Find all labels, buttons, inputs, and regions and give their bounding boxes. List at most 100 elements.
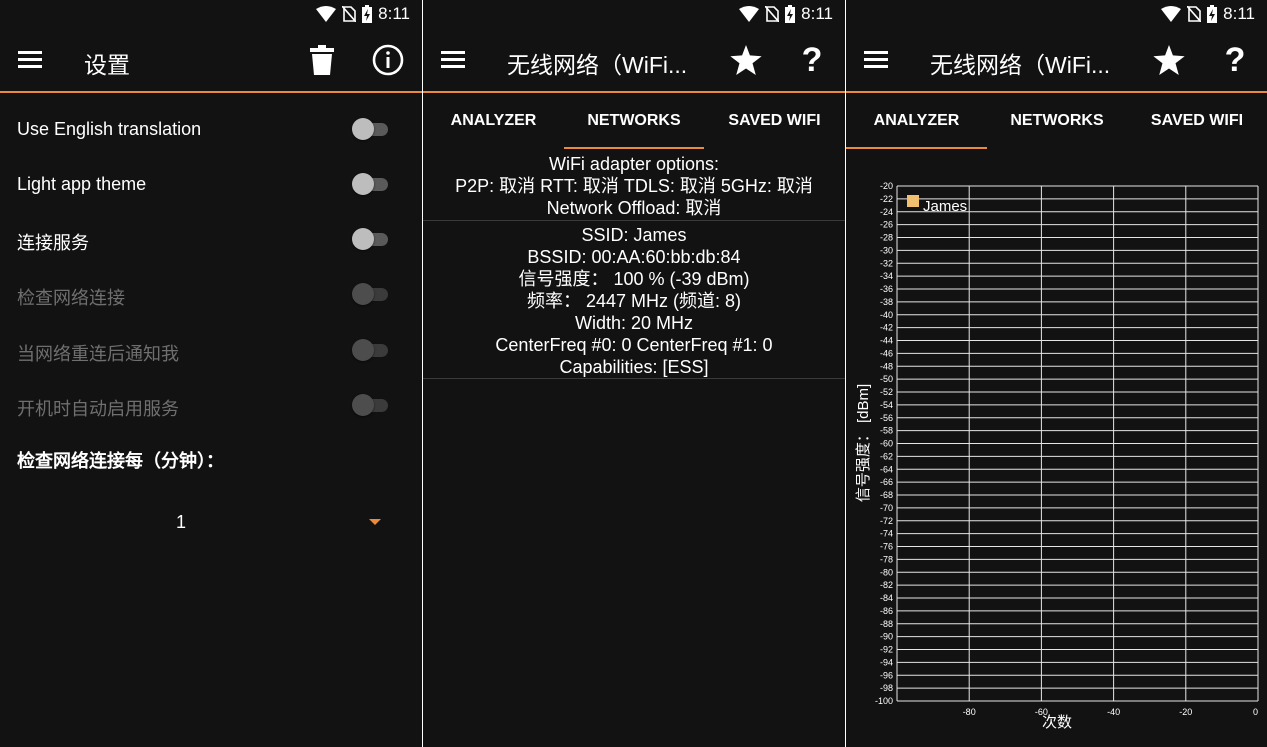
tab-networks[interactable]: NETWORKS (564, 93, 704, 149)
interval-value: 1 (176, 512, 187, 532)
setting-notify-reconnect: 当网络重连后通知我 (0, 330, 422, 370)
status-bar: 8:11 (846, 0, 1267, 28)
y-tick-label: -84 (880, 593, 893, 603)
check-connection-toggle (352, 283, 390, 305)
x-tick-label: -40 (1107, 707, 1120, 717)
setting-check-connection: 检查网络连接 (0, 274, 422, 314)
y-axis-ticks: -20 -22 -24 -26 -28 -30 -32 -34 -36 -38 -40 -42 -44 -… (875, 181, 893, 706)
y-tick-label: -28 (880, 233, 893, 243)
y-tick-label: -48 (880, 361, 893, 371)
status-time: 8:11 (378, 4, 410, 23)
help-icon: ? (1224, 40, 1246, 79)
page-title: 设置 (84, 52, 130, 78)
y-tick-label: -26 (880, 220, 893, 230)
network-capabilities: Capabilities: [ESS] (559, 357, 709, 377)
tab-analyzer[interactable]: ANALYZER (423, 93, 564, 149)
battery-charging-icon (362, 5, 373, 23)
setting-label: Use English translation (17, 119, 202, 139)
setting-light-theme[interactable]: Light app theme (0, 164, 422, 204)
tab-indicator (846, 147, 987, 149)
network-center-freq: CenterFreq #0: 0 CenterFreq #1: 0 (495, 335, 773, 355)
battery-charging-icon (1207, 5, 1218, 23)
setting-connect-service[interactable]: 连接服务 (0, 219, 422, 259)
info-button[interactable] (370, 42, 406, 78)
status-time: 8:11 (1223, 4, 1255, 23)
interval-label: 检查网络连接每（分钟）： (17, 451, 224, 471)
y-tick-label: -92 (880, 645, 893, 655)
help-button[interactable]: ? (1217, 40, 1253, 79)
notify-reconnect-toggle (352, 339, 390, 361)
autostart-toggle (352, 394, 390, 416)
x-axis-label: 次数 (1042, 714, 1072, 731)
network-card[interactable]: SSID: James BSSID: 00:AA:60:bb:db:84 信号强… (423, 224, 845, 378)
adapter-network-offload: Network Offload: 取消 (546, 198, 722, 218)
y-tick-label: -44 (880, 336, 893, 346)
y-tick-label: -30 (880, 245, 893, 255)
setting-english-translation[interactable]: Use English translation (0, 109, 422, 149)
setting-label: 检查网络连接 (17, 288, 125, 308)
y-tick-label: -50 (880, 374, 893, 384)
english-translation-toggle[interactable] (352, 118, 390, 140)
setting-autostart: 开机时自动启用服务 (0, 385, 422, 425)
y-tick-label: -74 (880, 529, 893, 539)
x-tick-label: 0 (1253, 707, 1258, 717)
y-tick-label: -76 (880, 542, 893, 552)
setting-label: 当网络重连后通知我 (17, 344, 179, 364)
favorite-button[interactable] (728, 42, 764, 78)
menu-button[interactable] (441, 48, 467, 72)
page-title: 无线网络（WiFi... (507, 52, 688, 78)
analyzer-app-bar: 无线网络（WiFi... ? (846, 28, 1267, 92)
menu-button[interactable] (864, 48, 890, 72)
y-tick-label: -42 (880, 323, 893, 333)
light-theme-toggle[interactable] (352, 173, 390, 195)
y-tick-label: -62 (880, 451, 893, 461)
y-tick-label: -80 (880, 567, 893, 577)
tab-networks[interactable]: NETWORKS (987, 93, 1127, 149)
y-tick-label: -68 (880, 490, 893, 500)
y-tick-label: -34 (880, 271, 893, 281)
setting-label: Light app theme (17, 174, 147, 194)
connect-service-toggle[interactable] (352, 228, 390, 250)
help-icon: ? (801, 40, 823, 79)
no-sim-icon (1187, 6, 1202, 22)
chart-grid (896, 185, 1259, 702)
interval-dropdown[interactable]: 1 (0, 500, 422, 540)
y-tick-label: -36 (880, 284, 893, 294)
y-tick-label: -20 (880, 181, 893, 191)
x-tick-label: -20 (1179, 707, 1192, 717)
y-tick-label: -94 (880, 657, 893, 667)
delete-button[interactable] (304, 42, 340, 78)
no-sim-icon (342, 6, 357, 22)
tab-saved-wifi[interactable]: SAVED WIFI (704, 93, 845, 149)
y-tick-label: -70 (880, 503, 893, 513)
wifi-icon (1161, 6, 1182, 22)
no-sim-icon (765, 6, 780, 22)
y-tick-label: -90 (880, 632, 893, 642)
y-tick-label: -58 (880, 426, 893, 436)
network-bssid: BSSID: 00:AA:60:bb:db:84 (527, 247, 741, 267)
help-button[interactable]: ? (794, 40, 830, 79)
y-tick-label: -64 (880, 464, 893, 474)
status-time: 8:11 (801, 4, 833, 23)
favorite-button[interactable] (1151, 42, 1187, 78)
networks-panel: 8:11 无线网络（WiFi... ? ANALYZER NETWORKS SA… (423, 0, 845, 747)
y-tick-label: -66 (880, 477, 893, 487)
menu-button[interactable] (18, 48, 44, 72)
networks-app-bar: 无线网络（WiFi... ? (423, 28, 845, 92)
status-bar: 8:11 (423, 0, 845, 28)
y-tick-label: -88 (880, 619, 893, 629)
divider (423, 378, 845, 379)
network-frequency: 频率： 2447 MHz (频道: 8) (526, 291, 742, 311)
y-axis-label: 信号强度： [dBm] (855, 384, 872, 502)
y-tick-label: -56 (880, 413, 893, 423)
legend-label: James (923, 198, 967, 215)
tab-saved-wifi[interactable]: SAVED WIFI (1127, 93, 1267, 149)
y-tick-label: -72 (880, 516, 893, 526)
y-tick-label: -38 (880, 297, 893, 307)
tab-analyzer[interactable]: ANALYZER (846, 93, 987, 149)
y-tick-label: -78 (880, 554, 893, 564)
tab-indicator (564, 147, 704, 149)
x-tick-label: -80 (963, 707, 976, 717)
star-icon (730, 45, 762, 75)
status-bar: 8:11 (0, 0, 422, 28)
